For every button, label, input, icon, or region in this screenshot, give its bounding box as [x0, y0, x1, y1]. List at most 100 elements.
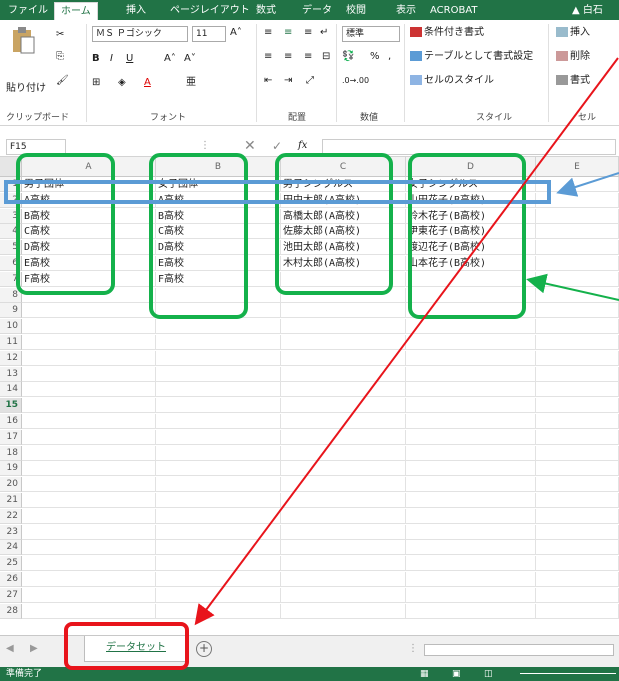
font-name-select[interactable]: ＭＳ Ｐゴシック [92, 26, 188, 42]
cell[interactable] [22, 350, 156, 366]
cell[interactable]: 山本花子(B高校) [406, 256, 536, 271]
name-box[interactable]: F15 [6, 139, 66, 155]
cell[interactable]: F高校 [156, 271, 281, 287]
cell[interactable] [536, 524, 619, 540]
worksheet-grid[interactable]: A B C D E 1 男子団体 女子団体 男子シングルス 女子シングルス 2 A高校 A高校… [0, 157, 619, 635]
cell[interactable] [406, 461, 536, 477]
row-header[interactable]: 19 [0, 461, 22, 477]
cell[interactable] [536, 271, 619, 287]
cell[interactable]: C高校 [156, 224, 281, 240]
orientation-icon[interactable]: ⤢ [306, 72, 314, 90]
cell[interactable]: F高校 [22, 271, 156, 287]
cell[interactable] [281, 350, 406, 366]
cell[interactable] [406, 350, 536, 366]
cell[interactable] [406, 398, 536, 414]
cell[interactable]: 男子団体 [22, 177, 156, 192]
cell[interactable] [536, 177, 619, 192]
cell[interactable] [281, 493, 406, 508]
cell[interactable]: 女子シングルス [406, 177, 536, 192]
conditional-format-button[interactable]: 条件付き書式 [410, 24, 484, 42]
cell[interactable] [536, 303, 619, 319]
cell[interactable] [156, 350, 281, 366]
cell[interactable] [156, 366, 281, 382]
align-middle-icon[interactable]: ≡ [284, 24, 292, 42]
cell[interactable] [156, 319, 281, 335]
cell[interactable] [406, 271, 536, 287]
cell[interactable]: 山田花子(B高校) [406, 192, 536, 208]
format-cells-button[interactable]: 書式 [556, 72, 590, 90]
cell[interactable] [156, 508, 281, 524]
cell[interactable] [536, 508, 619, 524]
cell[interactable] [536, 319, 619, 335]
tab-page-layout[interactable]: ページレイアウト [170, 2, 250, 20]
cell[interactable] [22, 572, 156, 587]
format-painter-icon[interactable]: 🖌 [56, 72, 69, 90]
indent-increase-icon[interactable]: ⇥ [284, 72, 292, 90]
cell[interactable] [22, 319, 156, 335]
formula-dropdown-icon[interactable]: ⋮ [200, 137, 210, 155]
fill-color-icon[interactable]: ◈ [118, 74, 126, 92]
indent-decrease-icon[interactable]: ⇤ [264, 72, 272, 90]
row-header[interactable]: 1 [0, 177, 22, 192]
row-header[interactable]: 14 [0, 382, 22, 398]
cell[interactable] [406, 303, 536, 319]
cell[interactable]: A高校 [22, 192, 156, 208]
cell[interactable] [536, 587, 619, 603]
cell[interactable] [406, 414, 536, 429]
row-header[interactable]: 21 [0, 493, 22, 508]
cell[interactable] [281, 540, 406, 556]
cell[interactable] [156, 398, 281, 414]
cell[interactable] [22, 398, 156, 414]
cell[interactable] [536, 224, 619, 240]
cell[interactable]: B高校 [22, 208, 156, 224]
cell[interactable] [536, 556, 619, 572]
cell-styles-button[interactable]: セルのスタイル [410, 72, 494, 90]
cell[interactable] [281, 572, 406, 587]
cell[interactable] [536, 477, 619, 493]
zoom-slider[interactable] [520, 673, 616, 674]
cell[interactable] [536, 572, 619, 587]
tab-insert[interactable]: 挿入 [126, 2, 146, 20]
cell[interactable] [22, 335, 156, 350]
cell[interactable] [156, 587, 281, 603]
cell[interactable] [156, 287, 281, 303]
row-header[interactable]: 13 [0, 366, 22, 382]
cell[interactable] [22, 477, 156, 493]
user-name[interactable]: ▲ 白石 [572, 2, 603, 20]
align-right-icon[interactable]: ≡ [304, 48, 312, 66]
format-as-table-button[interactable]: テーブルとして書式設定 [410, 48, 533, 66]
wrap-text-icon[interactable]: ↵ [320, 24, 328, 42]
cell[interactable] [156, 477, 281, 493]
cell[interactable] [281, 461, 406, 477]
cell[interactable] [281, 335, 406, 350]
italic-button[interactable]: I [110, 50, 113, 68]
insert-function-icon[interactable]: fx [298, 137, 307, 155]
row-header[interactable]: 2 [0, 192, 22, 208]
cell[interactable] [22, 445, 156, 461]
font-grow-icon[interactable]: A˄ [230, 24, 242, 42]
row-header[interactable]: 26 [0, 572, 22, 587]
cell[interactable]: E高校 [22, 256, 156, 271]
row-header[interactable]: 22 [0, 508, 22, 524]
merge-icon[interactable]: ⊟ [322, 48, 330, 66]
add-sheet-button[interactable]: + [196, 641, 212, 657]
cell[interactable] [22, 524, 156, 540]
cell[interactable] [281, 382, 406, 398]
cell[interactable]: 木村太郎(A高校) [281, 256, 406, 271]
cell[interactable] [22, 556, 156, 572]
cell[interactable]: B高校 [156, 208, 281, 224]
number-format-select[interactable]: 標準 [342, 26, 400, 42]
cell[interactable] [406, 287, 536, 303]
cell[interactable] [281, 287, 406, 303]
increase-decimal-icon[interactable]: .0→.00 [342, 72, 369, 90]
cell[interactable] [406, 429, 536, 445]
cell[interactable]: E高校 [156, 256, 281, 271]
cell[interactable] [156, 445, 281, 461]
cell[interactable] [536, 256, 619, 271]
currency-icon[interactable]: 💱 [342, 48, 354, 66]
cell[interactable] [281, 366, 406, 382]
cell[interactable] [22, 587, 156, 603]
bold-button[interactable]: B [92, 50, 100, 68]
cell[interactable] [536, 350, 619, 366]
cell[interactable] [406, 572, 536, 587]
